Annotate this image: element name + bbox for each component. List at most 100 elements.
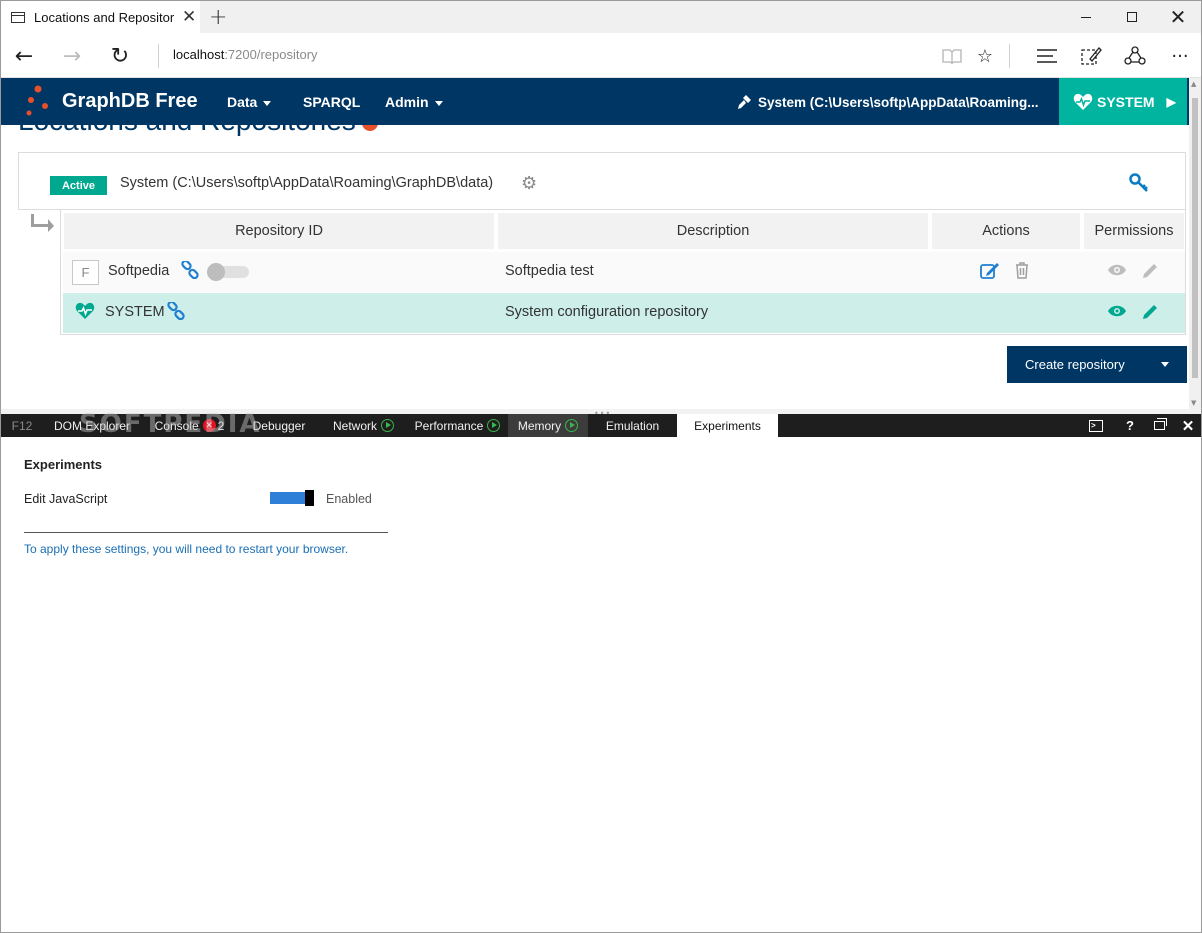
toggle-thumb	[305, 490, 314, 506]
close-icon[interactable]: ✕	[1174, 414, 1201, 437]
active-location-label: System (C:\Users\softp\AppData\Roaming..…	[758, 94, 1039, 110]
caret-down-icon	[434, 100, 443, 106]
link-icon[interactable]	[181, 259, 199, 283]
scroll-down-icon[interactable]: ▼	[1191, 399, 1196, 407]
console-error-count: 2	[217, 418, 225, 433]
menu-sparql-label: SPARQL	[303, 94, 361, 110]
edit-javascript-status: Enabled	[326, 492, 372, 506]
active-location[interactable]: System (C:\Users\softp\AppData\Roaming..…	[736, 94, 1039, 110]
read-permission-icon[interactable]	[1107, 303, 1127, 322]
hub-icon[interactable]	[1034, 43, 1060, 69]
tab-close-icon[interactable]: ✕	[182, 7, 196, 27]
create-repository-button[interactable]: Create repository	[1007, 346, 1187, 383]
devtools-toolbar: F12 DOM Explorer Console ✕ 2 Debugger Netw…	[1, 414, 1201, 437]
delete-icon[interactable]	[1015, 262, 1029, 283]
location-panel: Active System (C:\Users\softp\AppData\Ro…	[18, 152, 1186, 210]
share-icon[interactable]	[1122, 43, 1148, 69]
browser-tab[interactable]: Locations and Repositor ✕	[1, 1, 200, 33]
repository-selector-button[interactable]: SYSTEM ▶	[1059, 78, 1187, 125]
devtools-tab-debugger[interactable]: Debugger	[238, 414, 320, 437]
header-repository-id[interactable]: Repository ID	[64, 213, 494, 249]
menu-data[interactable]: Data	[227, 94, 272, 110]
devtools-tab-performance-label: Performance	[414, 418, 484, 433]
page-title-text: Locations and Repositories	[18, 125, 356, 136]
devtools-tab-f12: F12	[11, 418, 33, 433]
repository-description: Softpedia test	[505, 263, 594, 279]
repository-id[interactable]: Softpedia	[108, 263, 169, 279]
more-icon[interactable]: ···	[1167, 43, 1193, 69]
restart-note: To apply these settings, you will need t…	[24, 542, 349, 556]
devtools-tab-network-label: Network	[332, 418, 377, 433]
devtools-tab-performance[interactable]: Performance	[407, 414, 508, 437]
devtools-tab-network[interactable]: Network	[320, 414, 407, 437]
page-scrollbar[interactable]: ▲ ▼	[1189, 78, 1201, 409]
devtools-tab-memory-label: Memory	[517, 418, 562, 433]
write-permission-icon[interactable]	[1141, 303, 1159, 325]
web-note-icon[interactable]	[1078, 43, 1104, 69]
repo-type-badge: F	[72, 260, 99, 285]
repository-table: Repository ID Description Actions Permis…	[60, 210, 1186, 335]
tab-title: Locations and Repositor	[34, 9, 174, 25]
experiments-panel: Experiments Edit JavaScript Enabled To a…	[1, 437, 1201, 932]
repository-id[interactable]: SYSTEM	[105, 304, 165, 320]
link-icon[interactable]	[167, 300, 185, 324]
divider	[1009, 44, 1010, 68]
graphdb-logo-icon[interactable]	[23, 84, 53, 118]
forward-arrow-icon[interactable]: →	[57, 42, 87, 70]
devtools-tab-experiments[interactable]: Experiments	[677, 414, 778, 437]
help-icon[interactable]: ?	[1116, 414, 1144, 437]
record-icon[interactable]	[487, 419, 501, 432]
header-permissions: Permissions	[1084, 213, 1184, 249]
menu-admin[interactable]: Admin	[385, 94, 443, 110]
url-field[interactable]: localhost:7200/repository	[173, 47, 318, 62]
experiments-heading: Experiments	[24, 457, 103, 472]
menu-data-label: Data	[227, 94, 258, 110]
new-tab-button[interactable]: +	[209, 5, 227, 30]
edit-javascript-toggle[interactable]	[270, 490, 314, 506]
devtools-tab-memory[interactable]: Memory	[508, 414, 588, 437]
devtools-tab-dom-explorer[interactable]: DOM Explorer	[43, 414, 141, 437]
read-permission-icon[interactable]	[1107, 262, 1127, 281]
title-bar: Locations and Repositor ✕ + ✕	[1, 1, 1201, 33]
url-path: :7200/repository	[224, 47, 318, 62]
reading-view-icon[interactable]	[939, 43, 965, 69]
window-close-button[interactable]: ✕	[1155, 1, 1201, 33]
scrollbar-thumb[interactable]	[1192, 98, 1198, 378]
page-icon	[11, 11, 25, 23]
page-content: Locations and Repositories Active System…	[1, 125, 1189, 409]
menu-sparql[interactable]: SPARQL	[303, 94, 360, 110]
brand-name[interactable]: GraphDB Free	[62, 90, 198, 113]
key-icon[interactable]	[1129, 173, 1149, 198]
write-permission-icon[interactable]	[1141, 262, 1159, 284]
repository-selector-label: SYSTEM	[1097, 93, 1155, 110]
header-description[interactable]: Description	[498, 213, 928, 249]
refresh-icon[interactable]: ↻	[105, 42, 135, 70]
table-row[interactable]: SYSTEM System configuration repository	[63, 293, 1185, 333]
devtools-tab-console[interactable]: Console ✕ 2	[141, 414, 238, 437]
create-repository-label: Create repository	[1025, 357, 1125, 372]
error-icon: ✕	[202, 419, 216, 432]
caret-down-icon[interactable]	[1161, 362, 1169, 367]
divider	[24, 532, 388, 533]
record-icon[interactable]	[565, 419, 579, 432]
table-row[interactable]: F Softpedia Softpedia test	[63, 252, 1185, 292]
maximize-button[interactable]	[1109, 1, 1155, 33]
toggle-knob	[207, 263, 225, 281]
back-arrow-icon[interactable]: ←	[9, 42, 39, 70]
location-path: System (C:\Users\softp\AppData\Roaming\G…	[120, 175, 494, 191]
undock-icon[interactable]	[1145, 414, 1173, 437]
devtools-tab-emulation[interactable]: Emulation	[588, 414, 677, 437]
minimize-button[interactable]	[1063, 1, 1109, 33]
chevron-right-icon: ▶	[1166, 94, 1176, 109]
console-icon[interactable]: >	[1082, 414, 1110, 437]
edit-icon[interactable]	[980, 262, 1000, 284]
address-bar: ← → ↻ localhost:7200/repository ☆ ···	[1, 33, 1201, 78]
record-icon[interactable]	[381, 419, 394, 432]
info-badge-icon[interactable]	[361, 125, 378, 131]
gear-icon[interactable]: ⚙	[521, 173, 537, 194]
favorite-star-icon[interactable]: ☆	[972, 43, 998, 69]
repository-toggle[interactable]	[207, 263, 249, 281]
browser-window: Locations and Repositor ✕ + ✕ ← → ↻ loca…	[0, 0, 1202, 933]
scroll-up-icon[interactable]: ▲	[1191, 80, 1196, 88]
indent-arrow-icon	[31, 213, 55, 238]
